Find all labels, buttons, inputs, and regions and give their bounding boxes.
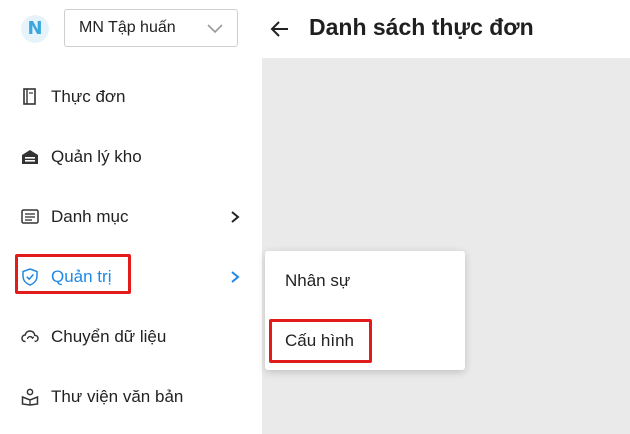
back-arrow-icon[interactable] xyxy=(270,19,290,39)
warehouse-icon xyxy=(21,148,39,166)
sidebar-item-label: Chuyển dữ liệu xyxy=(51,327,167,346)
submenu-item-label: Cấu hình xyxy=(285,331,354,350)
sidebar-item-chuyen-du-lieu[interactable]: Chuyển dữ liệu xyxy=(0,317,262,357)
chevron-down-icon xyxy=(207,24,223,34)
cloud-sync-icon xyxy=(21,328,39,346)
submenu-item-label: Nhân sự xyxy=(285,271,351,290)
sidebar-item-quan-ly-kho[interactable]: Quản lý kho xyxy=(0,137,262,177)
sidebar-item-quan-tri[interactable]: Quản trị xyxy=(0,257,262,297)
sidebar-item-label: Quản lý kho xyxy=(51,147,142,166)
submenu-item-nhan-su[interactable]: Nhân sự xyxy=(265,259,465,303)
library-icon xyxy=(21,388,39,406)
submenu-item-cau-hinh[interactable]: Cấu hình xyxy=(265,319,465,363)
shield-icon xyxy=(21,268,39,286)
sidebar-item-label: Thực đơn xyxy=(51,87,126,106)
org-select[interactable]: MN Tập huấn xyxy=(64,9,238,47)
app-logo[interactable]: N xyxy=(21,15,49,43)
chevron-right-icon xyxy=(231,211,240,223)
chevron-right-icon xyxy=(231,271,240,283)
sidebar-item-danh-muc[interactable]: Danh mục xyxy=(0,197,262,237)
sidebar: N MN Tập huấn Thực đơn Quản lý kho Danh … xyxy=(0,0,262,434)
sidebar-item-label: Quản trị xyxy=(51,267,112,286)
page-header: Danh sách thực đơn xyxy=(262,0,630,58)
page-title: Danh sách thực đơn xyxy=(309,14,534,40)
book-icon xyxy=(21,88,39,106)
submenu-quan-tri: Nhân sự Cấu hình xyxy=(265,251,465,370)
org-select-value: MN Tập huấn xyxy=(79,19,176,36)
sidebar-item-thu-vien-van-ban[interactable]: Thư viện văn bản xyxy=(0,377,262,417)
logo-letter: N xyxy=(27,18,43,39)
sidebar-item-thuc-don[interactable]: Thực đơn xyxy=(0,77,262,117)
main-content xyxy=(262,58,630,434)
sidebar-item-label: Danh mục xyxy=(51,207,129,226)
list-icon xyxy=(21,208,39,226)
sidebar-item-label: Thư viện văn bản xyxy=(51,387,184,406)
app: N MN Tập huấn Thực đơn Quản lý kho Danh … xyxy=(0,0,630,434)
